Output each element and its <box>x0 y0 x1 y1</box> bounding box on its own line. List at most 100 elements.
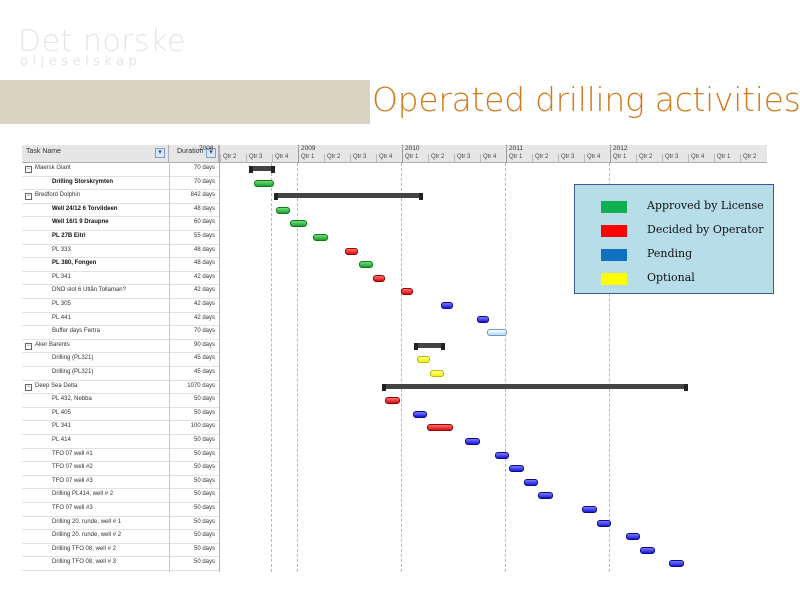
column-header-task-name-label: Task Name <box>26 148 62 155</box>
task-bar-yellow[interactable] <box>430 370 444 377</box>
task-duration: 55 days <box>193 233 215 239</box>
legend-box: Approved by License Decided by Operator Pe… <box>574 184 774 294</box>
task-bar-blue[interactable] <box>669 560 684 568</box>
task-duration: 70 days <box>193 165 215 171</box>
task-bar-green[interactable] <box>359 261 373 269</box>
task-name: PL 414 <box>52 437 71 443</box>
table-row[interactable]: Drilling (PL321) 45 days <box>22 367 219 381</box>
task-name: PL 27B Eitri <box>52 233 86 239</box>
collapse-toggle[interactable]: − <box>25 166 32 173</box>
task-bar-blue[interactable] <box>640 546 655 554</box>
task-duration: 42 days <box>193 287 215 294</box>
table-row[interactable]: Well 16/1 9 Draupne 60 days <box>22 217 219 231</box>
table-row[interactable]: PL 414 50 days <box>22 435 219 449</box>
task-bar-red[interactable] <box>385 397 400 405</box>
summary-bar[interactable] <box>249 166 275 173</box>
task-bar-blue[interactable] <box>465 438 481 445</box>
table-row[interactable]: Well 24/12 6 Torvildeen 48 days <box>22 204 219 218</box>
year-divider <box>402 145 403 163</box>
task-duration: 50 days <box>193 450 215 457</box>
task-bar-yellow[interactable] <box>416 356 431 364</box>
summary-bar[interactable] <box>274 193 423 201</box>
task-bar-blue[interactable] <box>538 492 553 500</box>
year-label: 2009 <box>301 145 316 152</box>
table-row[interactable]: DNO slot 6 Utlån Tollaman? 42 days <box>22 285 219 299</box>
table-row[interactable]: Drilling Storskrymten 70 days <box>22 177 219 191</box>
table-row[interactable]: TFO 07 well #3 50 days <box>22 476 219 490</box>
task-bar-blue[interactable] <box>476 315 490 323</box>
task-duration: 50 days <box>193 437 215 443</box>
column-header-task-name[interactable]: Task Name ▾ <box>22 145 169 163</box>
table-row[interactable]: Drilling TFO 08, well # 3 50 days <box>22 557 219 571</box>
quarter-label: Qtr 4 <box>587 154 601 160</box>
task-bar-red[interactable] <box>427 424 453 432</box>
quarter-label: Qtr 2 <box>535 154 549 160</box>
task-bar-blue[interactable] <box>494 451 510 459</box>
task-bar-green[interactable] <box>312 234 329 241</box>
table-row[interactable]: − Bredford Dolphin 842 days <box>22 190 219 204</box>
table-row[interactable]: PL 341 42 days <box>22 272 219 286</box>
summary-bar[interactable] <box>382 383 688 391</box>
legend-label: Pending <box>647 247 693 260</box>
table-row[interactable]: Drilling PL414, well # 2 50 days <box>22 489 219 503</box>
table-row[interactable]: PL 333 48 days <box>22 245 219 259</box>
task-bar-blue[interactable] <box>509 465 524 473</box>
timeline-gridline <box>271 163 272 572</box>
task-bar-green[interactable] <box>289 220 308 228</box>
quarter-divider <box>480 154 481 163</box>
table-row[interactable]: Drilling TFO 08, well # 2 50 days <box>22 544 219 558</box>
table-row[interactable]: PL 380, Fongen 48 days <box>22 258 219 272</box>
task-bar-blue[interactable] <box>581 506 597 513</box>
logo-sub-text: oljeselskap <box>20 54 142 69</box>
table-row[interactable]: PL 341 100 days <box>22 421 219 435</box>
task-duration: 42 days <box>193 273 215 280</box>
table-row[interactable]: Drilling (PL321) 45 days <box>22 353 219 367</box>
legend-swatch <box>601 273 627 285</box>
table-row[interactable]: Drilling 20. runde, well # 2 50 days <box>22 530 219 544</box>
task-name: PL 341 <box>52 423 71 430</box>
table-row[interactable]: PL 405 50 days <box>22 408 219 422</box>
table-row[interactable]: PL 441 42 days <box>22 313 219 327</box>
table-row[interactable]: Drilling 20. runde, well # 1 50 days <box>22 517 219 531</box>
task-bar-blue[interactable] <box>413 410 427 418</box>
collapse-toggle[interactable]: − <box>25 193 32 201</box>
task-bar-green[interactable] <box>254 179 275 187</box>
task-bar-red[interactable] <box>344 247 359 255</box>
table-row[interactable]: TFO 07 well #3 50 days <box>22 503 219 517</box>
collapse-toggle[interactable]: − <box>25 383 32 391</box>
task-bar-blue[interactable] <box>625 533 641 541</box>
task-bar-red[interactable] <box>401 288 414 296</box>
task-bar-blue[interactable] <box>440 302 453 309</box>
quarter-label: Qtr 1 <box>509 154 523 160</box>
task-bar-red[interactable] <box>372 274 386 282</box>
summary-bar[interactable] <box>413 342 445 350</box>
table-row[interactable]: PL 305 42 days <box>22 299 219 313</box>
chevron-down-icon: ▾ <box>158 149 162 156</box>
task-name: Drilling PL414, well # 2 <box>52 491 114 498</box>
task-duration: 1070 days <box>187 382 215 389</box>
table-row[interactable]: TFO 07 well #1 50 days <box>22 449 219 463</box>
task-bar-blue[interactable] <box>523 478 539 486</box>
table-row[interactable]: − Deep Sea Delta 1070 days <box>22 381 219 395</box>
table-row[interactable]: − Maersk Giant 70 days <box>22 163 219 177</box>
task-name: Drilling Storskrymten <box>52 178 114 185</box>
task-bar-green[interactable] <box>276 206 290 214</box>
task-bar-lightblue[interactable] <box>487 329 508 337</box>
task-duration: 50 days <box>193 477 215 484</box>
quarter-divider <box>584 154 585 163</box>
quarter-divider <box>636 154 637 163</box>
column-divider <box>219 163 220 572</box>
task-duration: 50 days <box>193 409 215 416</box>
collapse-toggle[interactable]: − <box>25 342 32 350</box>
year-label: 2010 <box>405 145 420 152</box>
table-row[interactable]: − Aker Barents 90 days <box>22 340 219 354</box>
table-row[interactable]: Buffer days Fertra 70 days <box>22 326 219 340</box>
timescale-header: Qtr 2 Qtr 3 Qtr 4 Qtr 1 Qtr 2 Qtr 3 Qtr 4 Qtr 1… <box>199 145 767 163</box>
table-row[interactable]: PL 432, Nebba 50 days <box>22 394 219 408</box>
legend-label: Optional <box>647 271 695 284</box>
quarter-divider <box>376 154 377 163</box>
table-row[interactable]: PL 27B Eitri 55 days <box>22 231 219 245</box>
task-bar-blue[interactable] <box>596 519 612 527</box>
table-row[interactable]: TFO 07 well #2 50 days <box>22 462 219 476</box>
filter-button-task-name[interactable]: ▾ <box>155 148 165 158</box>
